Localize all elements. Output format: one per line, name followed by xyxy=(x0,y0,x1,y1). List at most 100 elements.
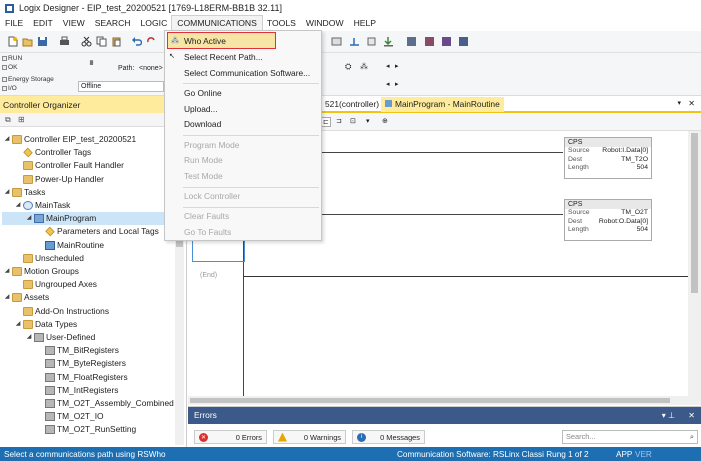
print-icon[interactable] xyxy=(58,35,71,48)
organizer-tool-icon[interactable]: ⧉ xyxy=(5,115,11,125)
udt-icon xyxy=(45,385,55,395)
tree-node[interactable]: ◢ User-Defined xyxy=(25,331,95,344)
tree-expander-icon[interactable]: ◢ xyxy=(25,212,33,225)
menu-logic[interactable]: LOGIC xyxy=(136,16,173,31)
ladder-tool-dropdown-icon[interactable]: ▾ xyxy=(366,117,370,125)
cps-1-source: Robot:I.Data[0] xyxy=(602,147,648,154)
menu-item-who-active[interactable]: ⁂ Who Active xyxy=(167,32,276,49)
tree-expander-icon[interactable]: ◢ xyxy=(3,186,11,199)
tab-overflow-icon[interactable]: ▾ xyxy=(677,99,681,107)
tree-node[interactable]: TM_BitRegisters xyxy=(36,344,119,357)
tree-node[interactable]: Add-On Instructions xyxy=(14,305,109,318)
save-icon[interactable] xyxy=(36,35,49,48)
cps-2-length-label: Length xyxy=(568,226,589,233)
ladder-tool-icon-4[interactable]: ⊕ xyxy=(382,117,388,125)
tree-node[interactable]: ◢ MainTask xyxy=(14,199,70,212)
tree-node[interactable]: TM_O2T_Assembly_Combined xyxy=(36,397,174,410)
tree-node[interactable]: TM_FloatRegisters xyxy=(36,371,128,384)
undo-icon[interactable] xyxy=(130,35,143,48)
tree-expander-icon[interactable]: ◢ xyxy=(3,133,11,146)
tree-node[interactable]: TM_IntRegisters xyxy=(36,384,118,397)
nav-left-icon[interactable]: ◂ xyxy=(386,62,390,70)
menu-view[interactable]: VIEW xyxy=(58,16,90,31)
tree-node[interactable]: Power-Up Handler xyxy=(14,173,104,186)
copy-icon[interactable] xyxy=(95,35,108,48)
tree-expander-icon[interactable]: ◢ xyxy=(3,265,11,278)
nav-right-icon[interactable]: ▸ xyxy=(395,62,399,70)
redo-icon[interactable] xyxy=(145,35,158,48)
cps-instruction-2[interactable]: CPS Source TM_O2T Dest Robot:O.Data[0] Len… xyxy=(564,199,652,241)
menu-help[interactable]: HELP xyxy=(349,16,381,31)
tree-node[interactable]: Ungrouped Axes xyxy=(14,278,97,291)
menu-item-download[interactable]: Download xyxy=(165,116,321,132)
ladder-vertical-scrollbar[interactable] xyxy=(688,131,701,405)
errors-close-icon[interactable]: ✕ xyxy=(688,407,695,424)
menu-communications[interactable]: COMMUNICATIONS xyxy=(171,15,263,32)
ladder-horizontal-scrollbar[interactable] xyxy=(188,396,688,405)
ladder-tool-icon-1[interactable]: ⊏ xyxy=(321,117,331,127)
tree-node[interactable]: ◢ Motion Groups xyxy=(3,265,79,278)
errors-filter-button[interactable]: ✕ 0 Errors xyxy=(194,430,267,444)
udt-icon xyxy=(45,372,55,382)
toolbar-icon-7[interactable] xyxy=(457,35,470,48)
menu-item-select-recent-path[interactable]: ↖ Select Recent Path... xyxy=(165,49,321,65)
toolbar-icon-4[interactable] xyxy=(405,35,418,48)
tab-main-routine[interactable]: MainProgram - MainRoutine xyxy=(381,97,504,112)
tree-node-label: Assets xyxy=(24,292,50,303)
menu-edit[interactable]: EDIT xyxy=(28,16,58,31)
tree-node[interactable]: Controller Tags xyxy=(14,146,91,159)
menu-file[interactable]: FILE xyxy=(0,16,28,31)
tree-node[interactable]: TM_O2T_IO xyxy=(36,410,104,423)
open-folder-icon[interactable] xyxy=(21,35,34,48)
tree-node[interactable]: TM_ByteRegisters xyxy=(36,357,126,370)
menu-window[interactable]: WINDOW xyxy=(301,16,349,31)
network-icon[interactable]: ⛭ xyxy=(345,62,351,72)
ladder-hscroll-thumb[interactable] xyxy=(190,398,670,403)
tree-expander-icon[interactable]: ◢ xyxy=(3,291,11,304)
menu-item-select-comm-software[interactable]: Select Communication Software... xyxy=(165,65,321,81)
cps-instruction-1[interactable]: CPS Source Robot:I.Data[0] Dest TM_T2O Len… xyxy=(564,137,652,179)
ladder-tool-icon-2[interactable]: ⊐ xyxy=(336,117,342,125)
tree-node[interactable]: ◢ Tasks xyxy=(3,186,45,199)
menu-item-upload[interactable]: Upload... xyxy=(165,101,321,117)
organizer-tool-icon-2[interactable]: ⊞ xyxy=(18,115,25,124)
paste-icon[interactable] xyxy=(110,35,123,48)
toolbar-icon-5[interactable] xyxy=(423,35,436,48)
new-file-icon[interactable] xyxy=(6,35,19,48)
tree-expander-icon[interactable]: ◢ xyxy=(25,331,33,344)
warnings-filter-button[interactable]: 0 Warnings xyxy=(273,430,346,444)
download-icon[interactable] xyxy=(382,35,395,48)
tree-node[interactable]: TM_O2T_RunSetting xyxy=(36,423,136,436)
ladder-tool-icon-3[interactable]: ⊡ xyxy=(350,117,356,125)
tree-node[interactable]: ◢ MainProgram xyxy=(2,212,172,226)
tree-node[interactable]: ◢ Controller EIP_test_20200521 xyxy=(3,133,136,146)
tree-node[interactable]: Unscheduled xyxy=(14,252,84,265)
messages-filter-button[interactable]: i 0 Messages xyxy=(352,430,425,444)
menu-tools[interactable]: TOOLS xyxy=(262,16,301,31)
nav-left-2-icon[interactable]: ◂ xyxy=(386,80,390,88)
mode-dropdown[interactable]: Offline xyxy=(78,81,164,92)
errors-pin-icon[interactable]: ▾ ⊥ xyxy=(662,407,675,424)
tree-node[interactable]: Parameters and Local Tags xyxy=(36,225,159,238)
ladder-vscroll-thumb[interactable] xyxy=(691,133,698,293)
tree-node[interactable]: MainRoutine xyxy=(36,239,104,252)
errors-search-input[interactable]: Search... ⌕ xyxy=(562,430,698,444)
tab-close-icon[interactable]: ✕ xyxy=(688,99,695,108)
toolbar-icon-1[interactable] xyxy=(330,35,343,48)
tree-node[interactable]: ◢ Assets xyxy=(3,291,49,304)
tree-expander-icon[interactable]: ◢ xyxy=(14,199,22,212)
menu-search[interactable]: SEARCH xyxy=(90,16,136,31)
toolbar-icon-2[interactable] xyxy=(348,35,361,48)
comm-path-icon[interactable]: ⁂ xyxy=(360,62,368,71)
tree-node[interactable]: ◢ Data Types xyxy=(14,318,77,331)
tree-node[interactable]: Controller Fault Handler xyxy=(14,159,124,172)
organizer-toolbar: ⧉ ⊞ xyxy=(0,113,186,127)
nav-right-2-icon[interactable]: ▸ xyxy=(395,80,399,88)
tab-controller[interactable]: 521(controller) xyxy=(321,97,383,112)
toolbar-icon-6[interactable] xyxy=(440,35,453,48)
menu-item-go-online[interactable]: Go Online xyxy=(165,85,321,101)
toolbar-icon-3[interactable] xyxy=(365,35,378,48)
messages-count: 0 Messages xyxy=(380,432,420,442)
tree-expander-icon[interactable]: ◢ xyxy=(14,318,22,331)
cut-icon[interactable] xyxy=(80,35,93,48)
